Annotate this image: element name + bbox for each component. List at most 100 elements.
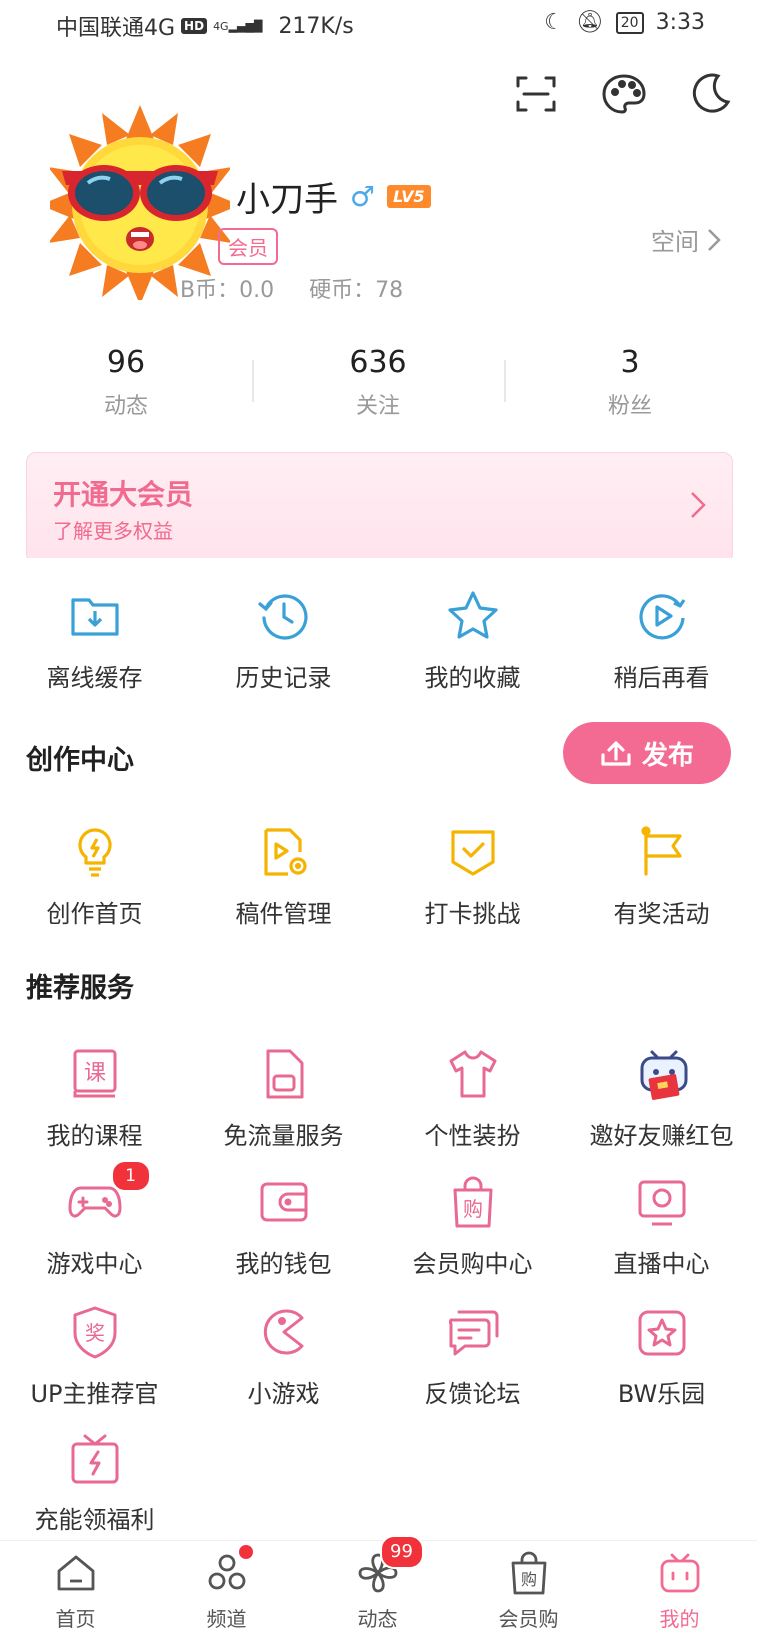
service-vip-shop[interactable]: 购 会员购中心 [378,1174,567,1279]
tshirt-icon [445,1046,501,1102]
b-coin-balance: B币：0.0 [180,278,275,303]
service-label: 小游戏 [247,1380,320,1408]
svg-text:奖: 奖 [85,1321,105,1345]
user-name-row: 小刀手 ♂ LV5 [236,172,431,221]
service-live-center[interactable]: 直播中心 [567,1174,756,1279]
service-invite-friends[interactable]: 邀好友赚红包 [567,1046,756,1151]
svg-text:课: 课 [83,1061,105,1086]
service-feedback-forum[interactable]: 反馈论坛 [378,1304,567,1409]
stat-divider [252,360,254,402]
quick-watch-later[interactable]: 稍后再看 [567,588,756,693]
nav-label: 频道 [206,1607,247,1631]
creation-checkin[interactable]: 打卡挑战 [378,824,567,929]
nav-mine[interactable]: 我的 [604,1551,755,1632]
download-folder-icon [67,588,123,644]
mascot-redpacket-icon [634,1046,690,1102]
service-bw-park[interactable]: BW乐园 [567,1304,756,1409]
star-icon [445,588,501,644]
game-badge: 1 [110,1160,151,1192]
creation-activities[interactable]: 有奖活动 [567,824,756,929]
service-label: 个性装扮 [424,1122,521,1150]
flag-icon [634,824,690,880]
creation-item-label: 有奖活动 [613,900,710,928]
vip-banner[interactable]: 开通大会员 了解更多权益 [26,452,733,564]
service-up-recommender[interactable]: 奖 UP主推荐官 [0,1304,189,1409]
dynamics-badge: 99 [379,1535,424,1569]
service-dressup[interactable]: 个性装扮 [378,1046,567,1151]
quick-action-label: 稍后再看 [613,664,710,692]
user-name: 小刀手 [236,180,338,220]
chevron-right-icon [708,228,721,251]
nav-home[interactable]: 首页 [0,1551,151,1632]
bottom-nav: 首页 频道 99 动态 购 会员购 我的 [0,1535,757,1642]
time: 3:33 [655,10,705,35]
scan-icon[interactable] [514,72,558,116]
pinwheel-icon: 99 [356,1535,424,1595]
service-wallet[interactable]: 我的钱包 [189,1174,378,1279]
vip-banner-subtitle: 了解更多权益 [53,519,173,543]
quick-action-label: 历史记录 [235,664,332,692]
night-mode-icon[interactable] [688,72,732,116]
publish-button[interactable]: 发布 [563,722,731,784]
service-charge-benefits[interactable]: 充能领福利 [0,1430,189,1535]
level-badge: LV5 [387,185,431,208]
quick-favorites[interactable]: 我的收藏 [378,588,567,693]
nav-label: 动态 [357,1607,398,1631]
chat-bubbles-icon [445,1304,501,1360]
creation-manuscripts[interactable]: 稿件管理 [189,824,378,929]
course-icon: 课 [67,1046,123,1102]
nav-label: 我的 [659,1607,700,1631]
stat-value: 96 [106,345,146,380]
quick-offline-cache[interactable]: 离线缓存 [0,588,189,693]
creation-item-label: 创作首页 [46,900,143,928]
theme-palette-icon[interactable] [601,72,646,116]
shopping-bag-icon: 购 [445,1174,501,1230]
tv-mascot-icon [658,1551,702,1595]
creation-item-label: 稿件管理 [235,900,332,928]
space-link[interactable]: 空间 [651,222,721,257]
service-label: 邀好友赚红包 [589,1122,734,1150]
quick-action-label: 我的收藏 [424,664,521,692]
publish-label: 发布 [641,740,694,771]
vip-badge[interactable]: 会员 [218,228,278,265]
services-title: 推荐服务 [26,973,134,1004]
space-link-label: 空间 [651,228,699,256]
watch-later-icon [634,588,690,644]
nav-channel[interactable]: 频道 [151,1545,302,1632]
service-label: 充能领福利 [34,1506,155,1534]
avatar[interactable] [50,100,230,300]
moon-status-icon: ☾ [544,10,564,35]
service-label: UP主推荐官 [30,1380,159,1408]
service-label: 免流量服务 [223,1122,344,1150]
stat-divider [504,360,506,402]
service-label: BW乐园 [617,1380,706,1408]
service-free-data[interactable]: 免流量服务 [189,1046,378,1151]
stat-dynamics[interactable]: 96 动态 [26,345,226,420]
creation-home[interactable]: 创作首页 [0,824,189,929]
mute-icon: 🔕︎ [575,10,604,35]
stat-label: 关注 [355,394,400,419]
carrier-text: 中国联通4G [56,16,176,41]
nav-dynamics[interactable]: 99 动态 [302,1535,453,1632]
service-label: 会员购中心 [412,1250,533,1278]
stat-label: 粉丝 [607,394,652,419]
male-gender-icon: ♂ [350,180,376,213]
status-left: 中国联通4G HD 4G▂▄▆█ 217K/s [56,10,354,42]
pacman-icon [256,1304,312,1360]
service-my-courses[interactable]: 课 我的课程 [0,1046,189,1151]
checkin-icon [445,824,501,880]
service-label: 我的钱包 [235,1250,332,1278]
service-mini-games[interactable]: 小游戏 [189,1304,378,1409]
service-game-center[interactable]: 1 游戏中心 [0,1160,189,1279]
award-shield-icon: 奖 [67,1304,123,1360]
stat-following[interactable]: 636 关注 [278,345,478,420]
stat-fans[interactable]: 3 粉丝 [530,345,730,420]
status-right: ☾ 🔕︎ 20 3:33 [544,10,705,35]
nav-label: 会员购 [498,1607,559,1631]
manuscript-icon [256,824,312,880]
bw-park-icon [634,1304,690,1360]
service-label: 反馈论坛 [424,1380,521,1408]
nav-vip-shop[interactable]: 购 会员购 [453,1551,604,1632]
quick-history[interactable]: 历史记录 [189,588,378,693]
gamepad-icon: 1 [67,1160,151,1230]
